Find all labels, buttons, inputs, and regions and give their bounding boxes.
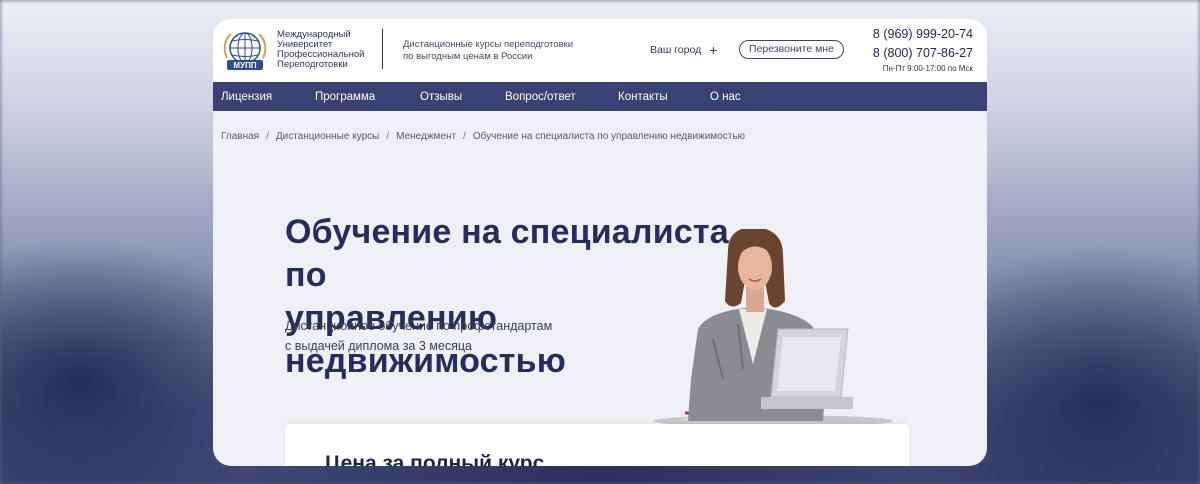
breadcrumb-distance-courses[interactable]: Дистанционные курсы: [276, 131, 379, 142]
working-hours: Пн-Пт 9:00-17:00 по Мск: [882, 64, 973, 73]
university-name[interactable]: Международный Университет Профессиональн…: [277, 30, 377, 70]
breadcrumb-separator: /: [266, 131, 269, 142]
breadcrumb-current: Обучение на специалиста по управлению не…: [472, 131, 746, 142]
breadcrumb: Главная / Дистанционные курсы / Менеджме…: [221, 131, 745, 142]
hero-subtitle-line: Дистанционное обучение по профстандартам: [285, 319, 553, 333]
plus-icon: +: [709, 42, 718, 58]
tagline-line: Дистанционные курсы переподготовки: [403, 39, 574, 50]
nav-item-license[interactable]: Лицензия: [221, 91, 272, 103]
contact-phones: 8 (969) 999-20-74 8 (800) 707-86-27 Пн-П…: [873, 25, 973, 73]
tagline-line: по выгодным ценам в России: [403, 51, 533, 62]
nav-item-faq[interactable]: Вопрос/ответ: [505, 91, 576, 103]
nav-item-reviews[interactable]: Отзывы: [420, 91, 462, 103]
phone-number-1[interactable]: 8 (969) 999-20-74: [873, 25, 973, 44]
city-label: Ваш город: [650, 44, 702, 56]
header-tagline: Дистанционные курсы переподготовки по вы…: [403, 39, 603, 63]
page-card: МУПП Международный Университет Профессио…: [213, 19, 987, 466]
breadcrumb-management[interactable]: Менеджмент: [396, 131, 456, 142]
nav-item-contacts[interactable]: Контакты: [618, 91, 668, 103]
woman-with-laptop-image: [653, 229, 893, 424]
breadcrumb-separator: /: [463, 131, 466, 142]
site-header: МУПП Международный Университет Профессио…: [213, 19, 987, 82]
phone-number-2[interactable]: 8 (800) 707-86-27: [873, 44, 973, 63]
callback-button[interactable]: Перезвоните мне: [739, 40, 844, 59]
breadcrumb-separator: /: [386, 131, 390, 142]
logo-label: МУПП: [233, 61, 256, 70]
university-name-line: Переподготовки: [277, 59, 348, 70]
hero-subtitle-line: с выдачей диплома за 3 месяца: [285, 339, 472, 353]
breadcrumb-home[interactable]: Главная: [221, 131, 259, 142]
hero-subtitle: Дистанционное обучение по профстандартам…: [285, 316, 585, 356]
main-nav: Лицензия Программа Отзывы Вопрос/ответ К…: [213, 82, 987, 111]
nav-item-program[interactable]: Программа: [315, 91, 375, 103]
city-selector[interactable]: Ваш город +: [650, 42, 718, 58]
price-card: Цена за полный курс: [285, 424, 909, 466]
nav-item-about[interactable]: О нас: [710, 91, 741, 103]
header-divider: [382, 29, 383, 69]
price-title: Цена за полный курс: [325, 452, 545, 466]
globe-logo-icon[interactable]: МУПП: [221, 28, 269, 72]
